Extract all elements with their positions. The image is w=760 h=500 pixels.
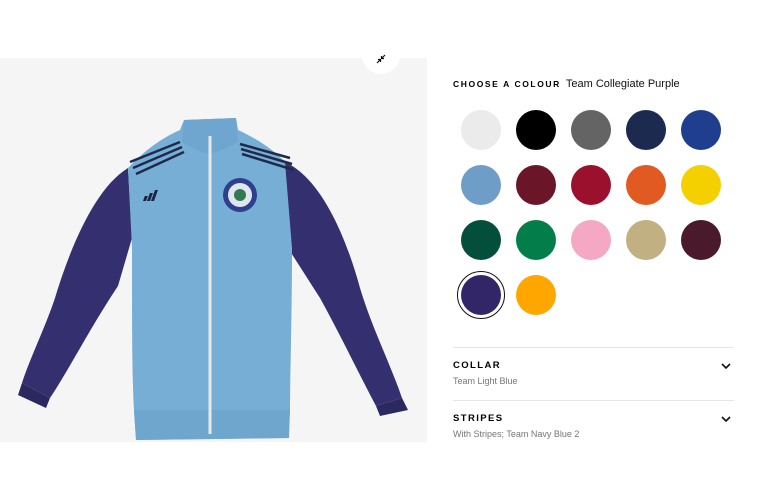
club-crest xyxy=(223,178,257,212)
colour-swatch-grid xyxy=(453,108,734,358)
colour-label: CHOOSE A COLOUR xyxy=(453,79,561,89)
chevron-down-icon[interactable] xyxy=(720,413,732,425)
colour-swatch-dark-green[interactable] xyxy=(461,220,501,260)
colour-swatch-light-blue[interactable] xyxy=(461,165,501,205)
jacket-right-sleeve xyxy=(285,162,402,406)
collapse-arrows-icon xyxy=(376,54,386,64)
stripes-title: STRIPES xyxy=(453,413,504,424)
colour-swatch-navy[interactable] xyxy=(626,110,666,150)
collar-value: Team Light Blue xyxy=(453,376,518,386)
colour-swatch-green[interactable] xyxy=(516,220,556,260)
colour-swatch-royal-blue[interactable] xyxy=(681,110,721,150)
colour-swatch-white[interactable] xyxy=(461,110,501,150)
colour-swatch-gold[interactable] xyxy=(516,275,556,315)
colour-swatch-collegiate-purple[interactable] xyxy=(457,271,505,319)
product-preview xyxy=(0,58,427,442)
customisation-panel: CHOOSE A COLOUR Team Collegiate Purple xyxy=(453,70,734,319)
collar-section[interactable]: COLLAR Team Light Blue xyxy=(453,347,734,401)
stripes-section[interactable]: STRIPES With Stripes; Team Navy Blue 2 xyxy=(453,400,734,451)
colour-swatch-grey[interactable] xyxy=(571,110,611,150)
selected-colour-name: Team Collegiate Purple xyxy=(565,78,680,90)
colour-swatch-yellow[interactable] xyxy=(681,165,721,205)
colour-swatch-black[interactable] xyxy=(516,110,556,150)
jacket-image xyxy=(18,118,408,440)
collar-title: COLLAR xyxy=(453,360,501,371)
jacket-left-sleeve xyxy=(22,168,132,398)
colour-swatch-burgundy[interactable] xyxy=(681,220,721,260)
stripes-value: With Stripes; Team Navy Blue 2 xyxy=(453,429,580,439)
colour-swatch-pink[interactable] xyxy=(571,220,611,260)
colour-swatch-orange[interactable] xyxy=(626,165,666,205)
colour-swatch-maroon[interactable] xyxy=(516,165,556,205)
colour-header: CHOOSE A COLOUR Team Collegiate Purple xyxy=(453,70,734,98)
colour-swatch-red[interactable] xyxy=(571,165,611,205)
chevron-down-icon[interactable] xyxy=(720,360,732,372)
colour-swatch-beige[interactable] xyxy=(626,220,666,260)
